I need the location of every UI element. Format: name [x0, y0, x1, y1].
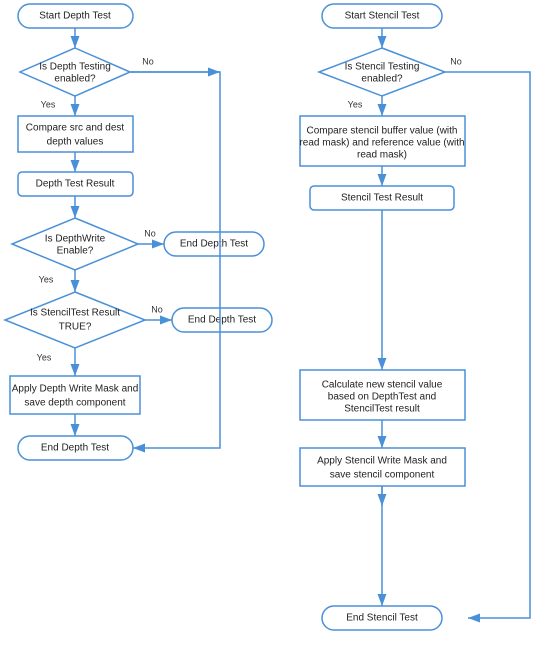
start-depth-node: Start Depth Test — [18, 4, 133, 28]
svg-text:save depth component: save depth component — [24, 398, 125, 409]
yes-label-depth1: Yes — [41, 99, 56, 109]
stencil-test-result-node: Stencil Test Result — [310, 186, 454, 210]
svg-text:depth values: depth values — [47, 137, 104, 148]
is-depth-enabled-label: Is Depth Testing — [39, 62, 111, 73]
compare-depth-node: Compare src and dest depth values — [18, 116, 133, 152]
svg-text:read mask): read mask) — [357, 150, 407, 161]
svg-text:Apply Depth Write Mask and: Apply Depth Write Mask and — [12, 384, 139, 395]
svg-text:End Depth Test: End Depth Test — [188, 315, 256, 326]
svg-text:enabled?: enabled? — [361, 74, 403, 85]
end-depth-test-2-node: End Depth Test — [172, 308, 272, 332]
svg-text:Apply Stencil Write Mask and: Apply Stencil Write Mask and — [317, 456, 447, 467]
end-stencil-test-node: End Stencil Test — [322, 606, 442, 630]
svg-text:End Depth Test: End Depth Test — [180, 239, 248, 250]
end-depth-test-1-node: End Depth Test — [164, 232, 264, 256]
no-label-depthwrite: No — [144, 228, 156, 238]
is-depth-enabled-node: Is Depth Testing enabled? — [20, 48, 130, 96]
end-depth-test-3-node: End Depth Test — [18, 436, 133, 460]
start-stencil-label: Start Stencil Test — [345, 11, 420, 22]
svg-text:Is Stencil Testing: Is Stencil Testing — [345, 62, 420, 73]
yes-label-stencil-enabled: Yes — [348, 99, 363, 109]
svg-text:End Stencil Test: End Stencil Test — [346, 613, 418, 624]
svg-text:Calculate new stencil value: Calculate new stencil value — [322, 380, 443, 391]
depth-test-result-node: Depth Test Result — [18, 172, 133, 196]
svg-text:StencilTest result: StencilTest result — [344, 404, 420, 415]
svg-text:End Depth Test: End Depth Test — [41, 443, 109, 454]
apply-depth-write-node: Apply Depth Write Mask and save depth co… — [10, 376, 140, 414]
svg-text:TRUE?: TRUE? — [59, 322, 92, 333]
is-depthwrite-node: Is DepthWrite Enable? — [12, 218, 138, 270]
diagram: Start Depth Test Is Depth Testing enable… — [0, 0, 549, 646]
svg-text:Compare src and dest: Compare src and dest — [26, 123, 125, 134]
yes-label-depthwrite: Yes — [39, 274, 54, 284]
svg-text:Enable?: Enable? — [57, 246, 94, 257]
depth-test-result-label: Depth Test Result — [36, 179, 115, 190]
svg-text:Stencil Test Result: Stencil Test Result — [341, 193, 423, 204]
no-label-stencil-enabled: No — [450, 56, 462, 66]
is-stenciltest-node: Is StencilTest Result TRUE? — [5, 292, 145, 348]
svg-text:enabled?: enabled? — [54, 74, 96, 85]
svg-text:read mask) and reference value: read mask) and reference value (with — [299, 138, 464, 149]
compare-stencil-node: Compare stencil buffer value (with read … — [299, 116, 465, 166]
start-stencil-node: Start Stencil Test — [322, 4, 442, 28]
svg-text:Is DepthWrite: Is DepthWrite — [45, 234, 106, 245]
calc-stencil-node: Calculate new stencil value based on Dep… — [300, 370, 465, 420]
is-stencil-enabled-node: Is Stencil Testing enabled? — [319, 48, 445, 96]
yes-label-stenciltest: Yes — [37, 352, 52, 362]
svg-text:Is StencilTest Result: Is StencilTest Result — [30, 308, 120, 319]
no-label-stenciltest: No — [151, 304, 163, 314]
start-depth-label: Start Depth Test — [39, 11, 111, 22]
apply-stencil-write-node: Apply Stencil Write Mask and save stenci… — [300, 448, 465, 486]
no-label-depth: No — [142, 56, 154, 66]
svg-text:save stencil component: save stencil component — [330, 470, 435, 481]
svg-text:based on DepthTest and: based on DepthTest and — [328, 392, 436, 403]
svg-text:Compare stencil buffer value (: Compare stencil buffer value (with — [307, 126, 458, 137]
